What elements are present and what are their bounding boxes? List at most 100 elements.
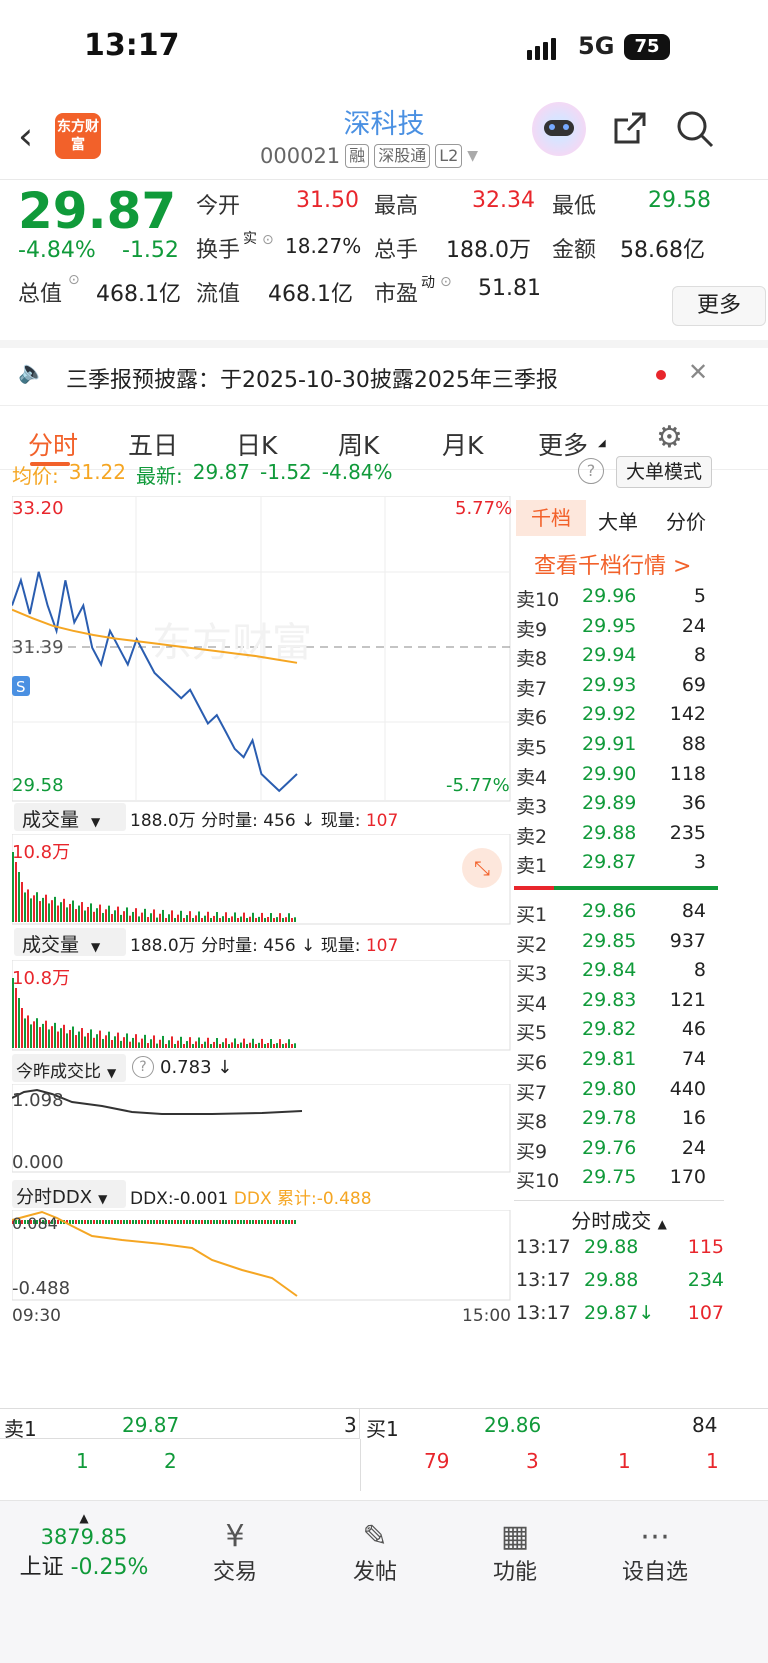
volume-bar: [36, 1018, 38, 1048]
share-icon[interactable]: [610, 108, 650, 148]
volume-bar: [132, 911, 134, 922]
avg-label: 均价:: [12, 464, 59, 488]
ddx-selector[interactable]: 分时DDX ▼: [12, 1180, 126, 1208]
expand-icon[interactable]: ⤡: [462, 848, 502, 888]
ddx-bar: [192, 1220, 194, 1224]
sell1-price: 29.87: [122, 1413, 180, 1437]
close-icon[interactable]: ✕: [688, 358, 708, 386]
row-label: 13:17: [516, 1269, 571, 1291]
volume-bar: [30, 898, 32, 922]
big-order-mode-button[interactable]: 大单模式: [616, 456, 712, 488]
stock-code-row[interactable]: 000021 融 深股通 L2 ▼: [260, 144, 478, 168]
tab-weekly[interactable]: 周K: [338, 426, 379, 462]
tab-five-day[interactable]: 五日: [128, 426, 178, 462]
ddx-bar: [183, 1220, 185, 1224]
volume-bar: [186, 1041, 188, 1048]
low-label: 最低: [552, 194, 597, 219]
info-icon[interactable]: ⊙: [440, 274, 452, 290]
time-start-label: 09:30: [12, 1306, 61, 1326]
intraday-chart[interactable]: 东方财富 S: [12, 496, 512, 806]
order-row: 卖1 29.87 3: [514, 849, 768, 879]
row-price: 29.76: [582, 1136, 637, 1159]
volume-bar: [66, 1033, 68, 1048]
row-label: 买7: [516, 1081, 548, 1104]
ddx-label: 分时DDX: [16, 1187, 93, 1208]
tab-monthly[interactable]: 月K: [442, 426, 483, 462]
row-price: 29.89: [582, 792, 637, 815]
ddx-bar: [273, 1220, 275, 1224]
speaker-icon: 🔈: [18, 360, 46, 385]
row-volume: 88: [681, 733, 706, 755]
add-watchlist-button[interactable]: ⋯ 设自选: [600, 1519, 710, 1586]
vol-info: 分时量: 456 ↓ 现量:: [201, 811, 361, 831]
help-icon[interactable]: ?: [132, 1056, 154, 1078]
ddx-bar: [243, 1220, 245, 1224]
volume-bar: [96, 1034, 98, 1048]
chart-watermark: 东方财富: [152, 620, 312, 666]
help-icon[interactable]: ?: [578, 458, 604, 484]
volume-bar: [48, 903, 50, 922]
view-depth-link[interactable]: 查看千档行情 >: [534, 548, 691, 580]
volume-bar: [102, 1038, 104, 1048]
tab-daily[interactable]: 日K: [236, 426, 277, 462]
ddx-bar: [261, 1220, 263, 1224]
caret-icon: ▼: [98, 1192, 108, 1206]
volume-bar: [21, 1008, 23, 1048]
volume-bar: [225, 912, 227, 922]
volume-bar: [48, 1029, 50, 1048]
volume-bar: [282, 918, 284, 922]
index-widget[interactable]: ▲ 3879.85 上证 -0.25%: [14, 1511, 154, 1581]
volume-bar: [114, 1036, 116, 1048]
volume-bar: [93, 911, 95, 922]
row-price: 29.87↓: [584, 1302, 655, 1324]
volume-bar: [213, 915, 215, 922]
settings-icon[interactable]: ⚙: [656, 420, 683, 455]
ddx-bar: [210, 1220, 212, 1224]
tab-more[interactable]: 更多: [538, 426, 588, 462]
more-button[interactable]: 更多: [672, 286, 766, 326]
row-label: 卖7: [516, 677, 548, 700]
assistant-avatar[interactable]: [532, 102, 586, 156]
post-button[interactable]: ✎ 发帖: [320, 1519, 430, 1586]
triangle-icon: ◢: [598, 438, 606, 449]
vol-now: 107: [365, 811, 399, 831]
more-dots-icon: ⋯: [640, 1519, 670, 1554]
order-row: 买9 29.76 24: [514, 1135, 768, 1165]
volume-bar: [54, 896, 56, 922]
tab-big-order[interactable]: 大单: [598, 506, 638, 535]
row-price: 29.90: [582, 762, 637, 785]
notice-bar[interactable]: 🔈 三季报预披露：于2025-10-30披露2025年三季报 ✕: [0, 340, 768, 406]
volume-selector-2[interactable]: 成交量 ▼: [14, 928, 126, 956]
row-volume: 24: [681, 1136, 706, 1159]
ddx-bar: [195, 1220, 197, 1224]
stock-name[interactable]: 深科技: [0, 102, 768, 141]
volume-selector[interactable]: 成交量 ▼: [14, 803, 126, 831]
trades-header[interactable]: 分时成交 ▲: [514, 1200, 724, 1233]
ddx-bar: [165, 1220, 167, 1224]
row-price: 29.88: [584, 1236, 639, 1258]
volume-bar: [126, 907, 128, 922]
tab-depth[interactable]: 千档: [516, 500, 586, 536]
y-top-label: 33.20: [12, 498, 64, 519]
ddx-bar: [135, 1220, 137, 1224]
volume-bar: [15, 988, 17, 1048]
tab-price-dist[interactable]: 分价: [666, 506, 706, 535]
turnover-label: 换手: [196, 238, 241, 263]
function-button[interactable]: ▦ 功能: [460, 1519, 570, 1586]
row-price: 29.78: [582, 1107, 637, 1130]
volume-bar: [162, 909, 164, 922]
ratio-selector[interactable]: 今昨成交比 ▼: [12, 1054, 126, 1082]
caret-icon: ▼: [107, 1066, 117, 1080]
volume-bar: [78, 1031, 80, 1048]
turnover-sup: 实: [243, 231, 257, 247]
row-price: 29.91: [582, 733, 637, 755]
volume-bar: [105, 909, 107, 922]
ddx-bar: [114, 1220, 116, 1224]
info-icon[interactable]: ⊙: [68, 272, 80, 288]
info-icon[interactable]: ⊙: [262, 232, 274, 248]
tab-intraday[interactable]: 分时: [28, 426, 78, 462]
volume-bar: [150, 913, 152, 922]
search-icon[interactable]: [674, 108, 716, 150]
trade-button[interactable]: ¥ 交易: [180, 1519, 290, 1586]
trade-row: 13:17 29.87↓ 107: [514, 1300, 724, 1333]
